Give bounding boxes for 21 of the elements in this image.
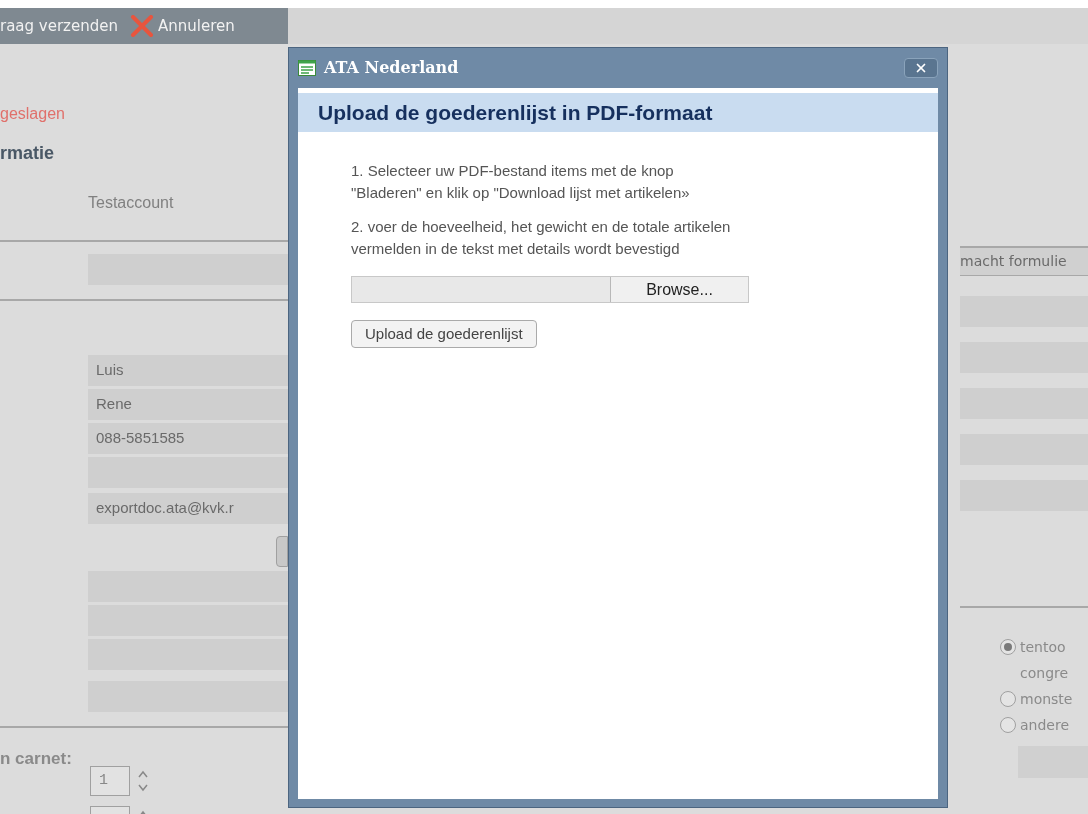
radio-label: congre	[1020, 664, 1069, 682]
form-button[interactable]: macht formulie	[960, 248, 1088, 276]
status-text: geslagen	[0, 104, 66, 124]
number-field[interactable]: 1	[90, 765, 130, 796]
upload-button[interactable]: Upload de goederenlijst	[351, 320, 537, 348]
browse-button[interactable]: Browse...	[610, 277, 748, 302]
radio-label: andere	[1020, 716, 1069, 734]
radio-label: monste	[1020, 690, 1073, 708]
toolbar-button[interactable]: raag verzenden	[0, 14, 122, 38]
carnet-label: n carnet:	[0, 748, 73, 770]
instruction-text: 2. voer de hoeveelheid, het gewicht en de totale artikelen	[351, 217, 732, 237]
account-name: Testaccount	[88, 193, 175, 213]
radio-label: tentoo	[1020, 638, 1067, 656]
toolbar-button[interactable]: Annuleren	[130, 14, 239, 38]
dialog-title: ATA Nederland	[324, 57, 459, 79]
instruction-text: 1. Selecteer uw PDF-bestand items met de knop	[351, 161, 675, 181]
instruction-text: "Bladeren" en klik op "Download lijst met artikelen»	[351, 183, 691, 203]
dialog-heading: Upload de goederenlijst in PDF-formaat	[298, 93, 938, 132]
file-input[interactable]: Browse...	[351, 276, 749, 303]
instruction-text: vermelden in de tekst met details wordt bevestigd	[351, 239, 681, 259]
section-title: rmatie	[0, 142, 56, 165]
